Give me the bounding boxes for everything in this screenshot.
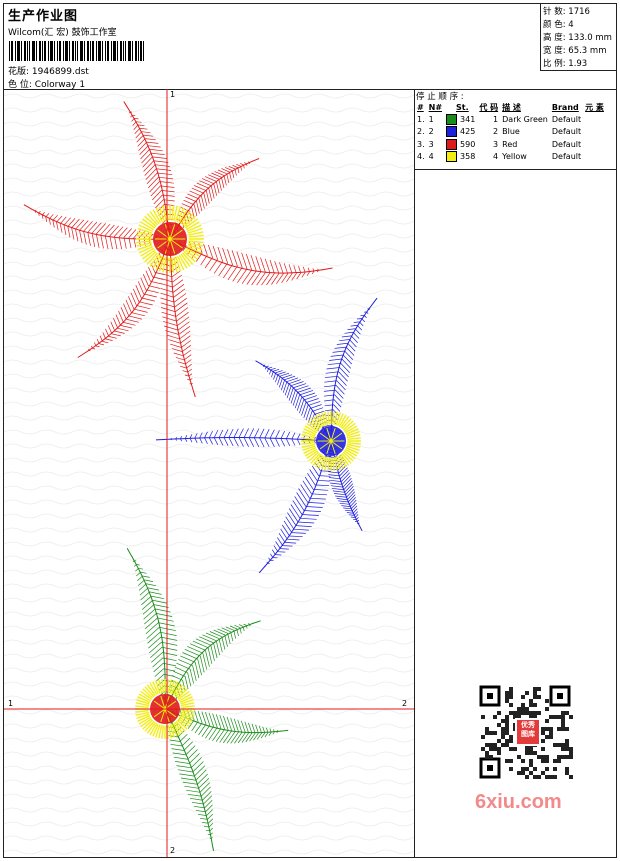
spec-width: 宽 度: 65.3 mm [543, 45, 616, 58]
spec-width-label: 宽 度: [543, 46, 566, 56]
row-code: 1 [493, 114, 499, 124]
spec-colors-value: 4 [568, 20, 574, 30]
col-number: N# [428, 102, 443, 112]
stop-row: 2. 2 425 2 Blue Default [415, 126, 606, 139]
row-stitch-count: 425 [460, 127, 476, 137]
watermark-text: 6xiu.com [475, 791, 562, 813]
row-brand: Default [551, 139, 582, 149]
axis-label-right: 2 [402, 699, 408, 708]
row-element [583, 113, 606, 126]
axis-label-top: 1 [170, 90, 176, 99]
row-stitch-count: 341 [460, 114, 476, 124]
row-code: 2 [493, 127, 499, 137]
row-index: 4. [417, 152, 425, 162]
row-description: Blue [502, 127, 520, 137]
row-stitch-count: 358 [460, 152, 476, 162]
row-description: Dark Green [502, 114, 548, 124]
color-swatch [446, 126, 458, 138]
col-stitches: St. [456, 102, 469, 112]
spec-scale-label: 比 例: [543, 59, 566, 69]
row-stitches: 358 [444, 151, 477, 164]
col-element: 元 素 [585, 102, 604, 112]
col-brand: Brand [551, 102, 579, 112]
spec-height: 高 度: 133.0 mm [543, 32, 616, 45]
row-element [583, 151, 606, 164]
barcode [9, 41, 144, 61]
col-index: # [417, 102, 424, 112]
row-stitches: 590 [444, 138, 477, 151]
spec-colors: 颜 色: 4 [543, 19, 616, 32]
row-code: 4 [493, 152, 499, 162]
row-number: 4 [428, 152, 434, 162]
spec-scale-value: 1.93 [568, 59, 588, 69]
spec-box: 针 数: 1716 颜 色: 4 高 度: 133.0 mm 宽 度: 65.3… [540, 4, 616, 71]
row-number: 3 [428, 139, 434, 149]
spec-colors-label: 颜 色: [543, 20, 566, 30]
row-index: 2. [417, 127, 425, 137]
spec-stitches: 针 数: 1716 [543, 6, 616, 19]
qr-code: 优秀 图库 [467, 683, 579, 783]
col-code: 代 码 [479, 102, 499, 112]
col-description: 描 述 [502, 102, 521, 112]
row-description: Yellow [502, 152, 527, 162]
stop-row: 4. 4 358 4 Yellow Default [415, 151, 606, 164]
row-stitches: 341 [444, 113, 477, 126]
sheet-header: 生产作业图 Wilcom(汇 宏) 鼓饰工作室 花版: 1946899.dst … [4, 4, 616, 90]
row-index: 3. [417, 139, 425, 149]
design-canvas[interactable]: 1 2 1 2 [4, 89, 415, 857]
spec-stitches-label: 针 数: [543, 7, 566, 17]
color-swatch [446, 138, 458, 150]
sheet-title: 生产作业图 [8, 9, 79, 24]
row-number: 1 [428, 114, 434, 124]
design-file-line: 花版: 1946899.dst [8, 64, 89, 77]
design-file-value: 1946899.dst [31, 67, 89, 77]
stop-sequence-table-area: 停 止 顺 序 : # N# St. 代 码 描 述 Brand 元 素 1. 1… [415, 89, 616, 170]
color-swatch [446, 151, 458, 163]
stop-sequence-table: # N# St. 代 码 描 述 Brand 元 素 1. 1 341 1 Dark G… [415, 101, 606, 163]
axis-label-bottom: 2 [170, 846, 176, 855]
axis-label-left: 1 [8, 699, 14, 708]
qr-stamp-logo: 优秀 图库 [515, 718, 541, 746]
stop-row: 3. 3 590 3 Red Default [415, 138, 606, 151]
row-number: 2 [428, 127, 434, 137]
row-element [583, 138, 606, 151]
company-name: Wilcom(汇 宏) 鼓饰工作室 [8, 28, 117, 38]
row-stitch-count: 590 [460, 139, 476, 149]
row-description: Red [502, 139, 518, 149]
embroidery-artwork [4, 89, 414, 857]
row-brand: Default [551, 127, 582, 137]
spec-scale: 比 例: 1.93 [543, 58, 616, 71]
spec-width-value: 65.3 mm [568, 46, 607, 56]
row-index: 1. [417, 114, 425, 124]
row-brand: Default [551, 114, 582, 124]
fabric-background [4, 89, 414, 857]
row-code: 3 [493, 139, 499, 149]
color-swatch [446, 113, 458, 125]
row-brand: Default [551, 152, 582, 162]
stop-table-header: # N# St. 代 码 描 述 Brand 元 素 [415, 101, 606, 113]
spec-stitches-value: 1716 [568, 7, 590, 17]
row-stitches: 425 [444, 126, 477, 139]
row-element [583, 126, 606, 139]
stop-row: 1. 1 341 1 Dark Green Default [415, 113, 606, 126]
spec-height-label: 高 度: [543, 33, 566, 43]
spec-height-value: 133.0 mm [568, 33, 612, 43]
design-file-label: 花版: [8, 67, 30, 77]
